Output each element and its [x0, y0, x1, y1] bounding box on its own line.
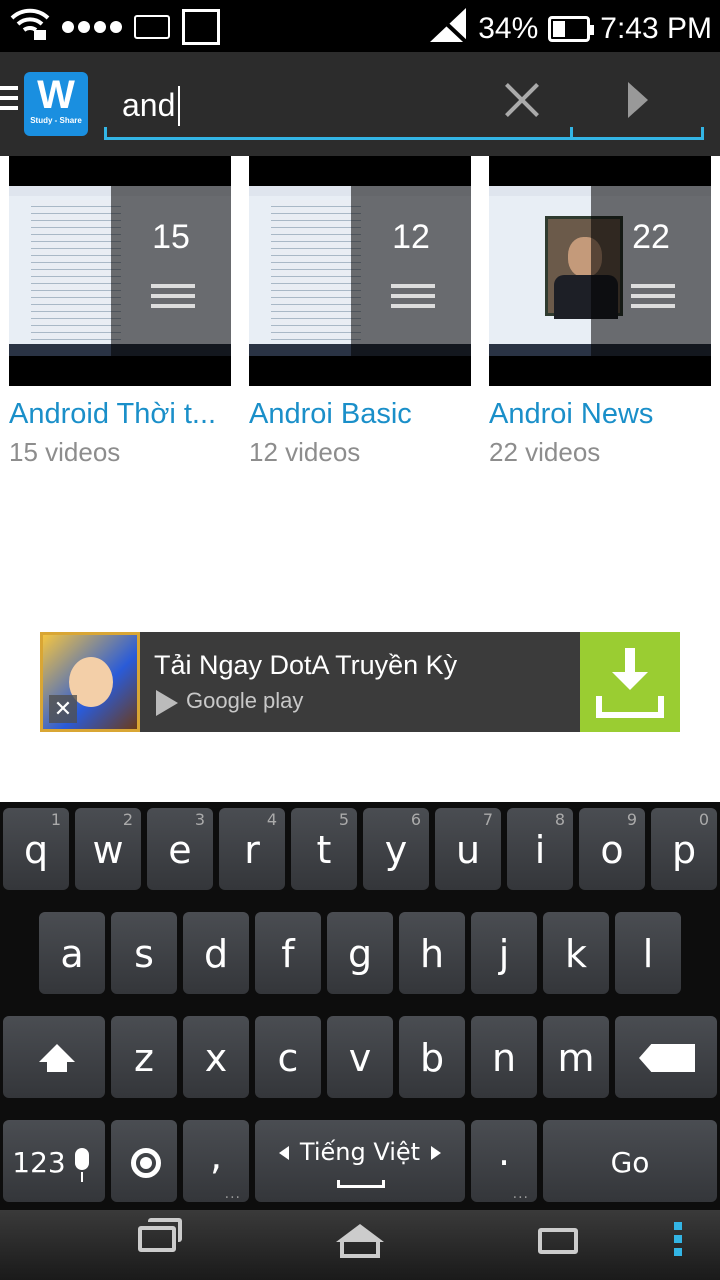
key-x[interactable]: x: [183, 1016, 249, 1098]
key-comma[interactable]: ,...: [183, 1120, 249, 1202]
key-m[interactable]: m: [543, 1016, 609, 1098]
status-bar: 34% 7:43 PM: [0, 0, 720, 52]
key-h[interactable]: h: [399, 912, 465, 994]
key-t[interactable]: 5t: [291, 808, 357, 890]
settings-key[interactable]: [111, 1120, 177, 1202]
backspace-icon: [639, 1044, 695, 1072]
download-button[interactable]: [580, 632, 680, 732]
playlist-title[interactable]: Android Thời t...: [9, 398, 231, 431]
close-ad-icon[interactable]: ✕: [49, 695, 77, 723]
battery-icon: [548, 16, 595, 42]
app-logo[interactable]: W Study - Share: [24, 72, 88, 136]
key-y[interactable]: 6y: [363, 808, 429, 890]
key-z[interactable]: z: [111, 1016, 177, 1098]
backspace-key[interactable]: [615, 1016, 717, 1098]
microphone-icon: [75, 1148, 89, 1170]
soft-keyboard: 1q 2w 3e 4r 5t 6y 7u 8i 9o 0p a s d f g …: [0, 802, 720, 1210]
key-period[interactable]: ....: [471, 1120, 537, 1202]
home-icon[interactable]: [336, 1224, 384, 1258]
playlist-thumbnail[interactable]: 15: [9, 156, 231, 386]
search-box: [104, 72, 704, 140]
key-c[interactable]: c: [255, 1016, 321, 1098]
key-w[interactable]: 2w: [75, 808, 141, 890]
key-k[interactable]: k: [543, 912, 609, 994]
key-f[interactable]: f: [255, 912, 321, 994]
action-bar: W Study - Share: [0, 52, 720, 156]
drawer-menu-icon[interactable]: [0, 86, 18, 116]
ad-title: Tải Ngay DotA Truyền Kỳ: [154, 650, 458, 680]
key-a[interactable]: a: [39, 912, 105, 994]
key-i[interactable]: 8i: [507, 808, 573, 890]
next-language-icon: [431, 1146, 441, 1160]
video-count-badge: 15: [152, 218, 190, 256]
playlist-icon: [391, 284, 435, 314]
wifi-lock-icon: [10, 6, 50, 47]
no-signal-icon: [428, 6, 468, 52]
playlist-subtitle: 12 videos: [249, 437, 361, 467]
app-logo-letter: W: [37, 73, 75, 117]
key-s[interactable]: s: [111, 912, 177, 994]
google-play-label: Google play: [186, 688, 304, 713]
overflow-menu-icon[interactable]: [674, 1222, 684, 1261]
playlist-card[interactable]: 12 Androi Basic 12 videos: [249, 156, 471, 468]
go-key[interactable]: Go: [543, 1120, 717, 1202]
playlist-thumbnail[interactable]: 12: [249, 156, 471, 386]
symbols-key[interactable]: 123: [3, 1120, 105, 1202]
clock: 7:43 PM: [600, 12, 712, 45]
key-j[interactable]: j: [471, 912, 537, 994]
playlist-grid: 15 Android Thời t... 15 videos 12 Androi…: [0, 156, 720, 486]
signal-dots-icon: [62, 20, 122, 33]
search-divider: [570, 127, 573, 137]
space-icon: [337, 1180, 385, 1188]
playlist-icon: [631, 284, 675, 314]
key-e[interactable]: 3e: [147, 808, 213, 890]
playlist-title[interactable]: Androi Basic: [249, 398, 471, 431]
text-cursor: [178, 86, 180, 126]
key-q[interactable]: 1q: [3, 808, 69, 890]
key-o[interactable]: 9o: [579, 808, 645, 890]
submit-search-icon[interactable]: [628, 82, 648, 118]
key-g[interactable]: g: [327, 912, 393, 994]
video-count-badge: 22: [632, 218, 670, 256]
clear-search-icon[interactable]: [502, 80, 542, 120]
playlist-subtitle: 22 videos: [489, 437, 601, 467]
app-logo-text: Study - Share: [30, 116, 82, 125]
playlist-subtitle: 15 videos: [9, 437, 121, 467]
video-count-badge: 12: [392, 218, 430, 256]
game-app-icon: ✕: [40, 632, 140, 732]
key-l[interactable]: l: [615, 912, 681, 994]
playlist-thumbnail[interactable]: 22: [489, 156, 711, 386]
key-d[interactable]: d: [183, 912, 249, 994]
shift-icon: [39, 1044, 75, 1062]
ad-banner[interactable]: ✕ Tải Ngay DotA Truyền Kỳ Google play: [40, 632, 680, 732]
key-b[interactable]: b: [399, 1016, 465, 1098]
key-p[interactable]: 0p: [651, 808, 717, 890]
key-r[interactable]: 4r: [219, 808, 285, 890]
battery-percent: 34%: [478, 12, 539, 45]
playlist-icon: [151, 284, 195, 314]
image-icon: [182, 8, 220, 45]
google-play-icon: [156, 690, 178, 716]
system-nav-bar: [0, 1210, 720, 1280]
space-key[interactable]: Tiếng Việt: [255, 1120, 465, 1202]
playlist-card[interactable]: 22 Androi News 22 videos: [489, 156, 711, 468]
playlist-card[interactable]: 15 Android Thời t... 15 videos: [9, 156, 231, 468]
key-v[interactable]: v: [327, 1016, 393, 1098]
keyboard-icon: [134, 14, 170, 39]
key-u[interactable]: 7u: [435, 808, 501, 890]
playlist-title[interactable]: Androi News: [489, 398, 711, 431]
shift-key[interactable]: [3, 1016, 105, 1098]
keyboard-switch-icon[interactable]: [538, 1228, 578, 1254]
key-n[interactable]: n: [471, 1016, 537, 1098]
